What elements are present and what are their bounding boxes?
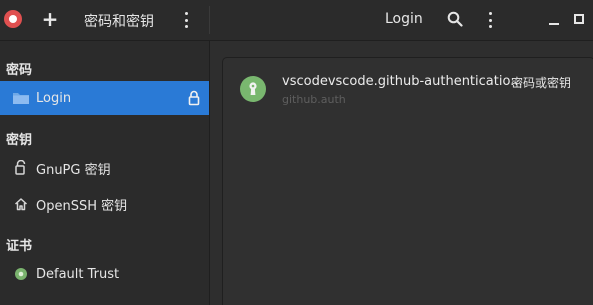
entry-title: vscodevscode.github-authenticatio... (282, 74, 523, 89)
sidebar-item-label: GnuPG 密钥 (36, 162, 111, 178)
section-title-keys: 密钥 (6, 133, 33, 148)
items-list: vscodevscode.github-authenticatio... 密码或… (222, 57, 593, 305)
maximize-button[interactable] (572, 12, 586, 26)
header-divider (209, 6, 210, 34)
sidebar-item-gnupg[interactable]: GnuPG 密钥 (0, 151, 209, 185)
section-title-certificates: 证书 (6, 239, 33, 254)
sidebar-item-default-trust[interactable]: Default Trust (0, 257, 209, 291)
search-icon[interactable] (447, 11, 463, 27)
lock-icon[interactable] (188, 90, 200, 106)
entry-subtitle: github.auth (282, 93, 346, 106)
keyring-menu-button[interactable] (488, 12, 492, 28)
sidebar-title: 密码和密钥 (84, 14, 154, 30)
sidebar: 密码 Login 密钥 GnuPG 密钥 OpenSSH 密钥 证书 Defau… (0, 41, 210, 305)
key-lock-icon (12, 159, 30, 177)
sidebar-item-openssh[interactable]: OpenSSH 密钥 (0, 187, 209, 221)
keyring-title: Login (385, 11, 423, 27)
list-item[interactable]: vscodevscode.github-authenticatio... 密码或… (223, 58, 593, 118)
app-window: + 密码和密钥 Login 密码 Login 密钥 GnuPG 密钥 OpenS… (0, 0, 593, 305)
sidebar-item-login[interactable]: Login (0, 81, 209, 115)
header-bar: + 密码和密钥 Login (0, 0, 593, 41)
app-icon[interactable] (4, 10, 22, 28)
certificate-icon (12, 265, 30, 283)
home-icon (12, 195, 30, 213)
sidebar-item-label: OpenSSH 密钥 (36, 198, 128, 214)
sidebar-item-label: Default Trust (36, 266, 120, 282)
minimize-button[interactable] (546, 13, 562, 27)
sidebar-item-label: Login (36, 90, 72, 106)
add-button[interactable]: + (40, 9, 60, 29)
entry-type: 密码或密钥 (511, 76, 572, 90)
keyhole-icon (240, 76, 266, 102)
folder-icon (12, 89, 30, 107)
content-area: vscodevscode.github-authenticatio... 密码或… (210, 41, 593, 305)
section-title-passwords: 密码 (6, 63, 33, 78)
main-menu-button[interactable] (184, 12, 188, 28)
